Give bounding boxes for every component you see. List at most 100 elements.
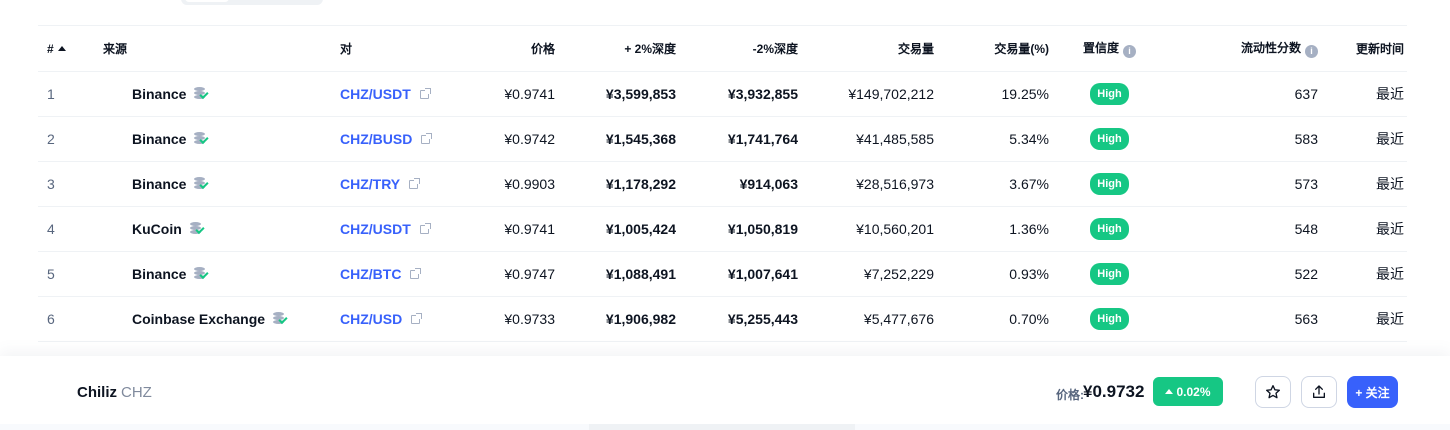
bottom-strip-segment [589, 424, 855, 430]
row-price: ¥0.9742 [504, 131, 555, 147]
pair-link[interactable]: CHZ/USDT [340, 221, 411, 237]
row-pair[interactable]: CHZ/USD [340, 311, 474, 327]
pair-link[interactable]: CHZ/TRY [340, 176, 400, 192]
row-updated: 最近 [1376, 266, 1404, 282]
share-icon [1313, 385, 1325, 398]
verified-exchange-icon [189, 221, 206, 237]
header-volume-pct[interactable]: 交易量(%) [934, 40, 1049, 57]
row-pair[interactable]: CHZ/USDT [340, 86, 474, 102]
external-link-icon[interactable] [421, 133, 433, 144]
pair-link[interactable]: CHZ/BUSD [340, 131, 412, 147]
header-minus-depth[interactable]: -2%深度 [676, 40, 798, 57]
header-confidence[interactable]: 置信度 i [1049, 39, 1170, 58]
sticky-coin-bar: Chiliz CHZ 价格: ¥0.9732 0.02% + 关注 [0, 356, 1450, 426]
coin-symbol: CHZ [121, 384, 152, 401]
row-price: ¥0.9903 [504, 176, 555, 192]
share-button[interactable] [1301, 376, 1337, 408]
follow-button[interactable]: + 关注 [1347, 376, 1398, 408]
header-rank[interactable]: # [38, 42, 103, 56]
row-updated: 最近 [1376, 176, 1404, 192]
external-link-icon[interactable] [411, 313, 423, 324]
confidence-badge: High [1090, 308, 1129, 330]
header-liquidity[interactable]: 流动性分数 i [1170, 39, 1318, 58]
external-link-icon[interactable] [419, 223, 431, 234]
row-minus-depth: ¥3,932,855 [727, 86, 798, 102]
exchange-name[interactable]: Binance [132, 266, 186, 282]
top-segmented-control[interactable] [181, 0, 323, 5]
row-minus-depth: ¥1,050,819 [727, 221, 798, 237]
watchlist-star-button[interactable] [1255, 376, 1291, 408]
row-source[interactable]: KuCoin [103, 221, 340, 237]
header-rank-label: # [47, 41, 54, 56]
row-volume: ¥149,702,212 [848, 86, 934, 102]
row-confidence: High [1049, 263, 1170, 285]
row-rank: 2 [47, 131, 55, 147]
row-plus-depth: ¥1,088,491 [605, 266, 676, 282]
header-pair[interactable]: 对 [340, 40, 474, 57]
exchange-name[interactable]: KuCoin [132, 221, 182, 237]
exchange-name[interactable]: Binance [132, 86, 186, 102]
row-updated: 最近 [1376, 221, 1404, 237]
row-volume: ¥41,485,585 [856, 131, 934, 147]
exchange-name[interactable]: Binance [132, 176, 186, 192]
header-updated[interactable]: 更新时间 [1318, 40, 1404, 57]
row-confidence: High [1049, 83, 1170, 105]
row-price: ¥0.9741 [504, 86, 555, 102]
row-confidence: High [1049, 173, 1170, 195]
row-source[interactable]: Binance [103, 131, 340, 147]
confidence-info-icon[interactable]: i [1123, 45, 1136, 58]
row-rank: 5 [47, 266, 55, 282]
confidence-badge: High [1090, 83, 1129, 105]
row-pair[interactable]: CHZ/BUSD [340, 131, 474, 147]
confidence-badge: High [1090, 128, 1129, 150]
row-volume-pct: 0.70% [1009, 311, 1049, 327]
row-source[interactable]: Coinbase Exchange [103, 311, 340, 327]
confidence-badge: High [1090, 218, 1129, 240]
row-pair[interactable]: CHZ/TRY [340, 176, 474, 192]
header-source[interactable]: 来源 [103, 40, 340, 57]
verified-exchange-icon [194, 86, 210, 102]
row-price: ¥0.9747 [504, 266, 555, 282]
row-liquidity: 583 [1294, 131, 1318, 147]
external-link-icon[interactable] [409, 178, 421, 189]
table-row: 1 Binance CHZ/USDT ¥0.9741 ¥3,599,853 ¥3… [38, 72, 1407, 117]
row-rank: 1 [47, 86, 55, 102]
row-source[interactable]: Binance [103, 266, 340, 282]
table-row: 6 Coinbase Exchange CHZ/USD ¥0.9733 ¥1,9… [38, 297, 1407, 342]
exchange-name[interactable]: Binance [132, 131, 186, 147]
row-volume-pct: 0.93% [1009, 266, 1049, 282]
row-pair[interactable]: CHZ/USDT [340, 221, 474, 237]
row-updated: 最近 [1376, 131, 1404, 147]
verified-exchange-icon [273, 311, 289, 327]
verified-exchange-icon [194, 131, 210, 147]
row-volume-pct: 5.34% [1009, 131, 1049, 147]
sort-up-icon[interactable] [57, 46, 66, 51]
star-icon [1266, 385, 1280, 399]
segmented-control-active-tab[interactable] [185, 0, 229, 2]
coin-name: Chiliz [77, 384, 117, 401]
row-confidence: High [1049, 308, 1170, 330]
pair-link[interactable]: CHZ/USD [340, 311, 402, 327]
row-liquidity: 573 [1294, 176, 1318, 192]
row-pair[interactable]: CHZ/BTC [340, 266, 474, 282]
header-plus-depth[interactable]: + 2%深度 [555, 40, 676, 57]
liquidity-info-icon[interactable]: i [1305, 45, 1318, 58]
row-plus-depth: ¥1,906,982 [605, 311, 676, 327]
external-link-icon[interactable] [419, 88, 431, 99]
row-plus-depth: ¥1,178,292 [605, 176, 676, 192]
row-source[interactable]: Binance [103, 86, 340, 102]
table-row: 4 KuCoin CHZ/USDT ¥0.9741 ¥1,005,424 ¥1,… [38, 207, 1407, 252]
row-source[interactable]: Binance [103, 176, 340, 192]
table-row: 2 Binance CHZ/BUSD ¥0.9742 ¥1,545,368 ¥1… [38, 117, 1407, 162]
coin-title: Chiliz CHZ [77, 384, 152, 401]
row-liquidity: 563 [1294, 311, 1318, 327]
pair-link[interactable]: CHZ/USDT [340, 86, 411, 102]
row-plus-depth: ¥3,599,853 [605, 86, 676, 102]
price-value: ¥0.9732 [1083, 382, 1145, 401]
header-volume[interactable]: 交易量 [798, 40, 934, 57]
row-liquidity: 522 [1294, 266, 1318, 282]
header-price[interactable]: 价格 [474, 40, 555, 57]
pair-link[interactable]: CHZ/BTC [340, 266, 401, 282]
exchange-name[interactable]: Coinbase Exchange [132, 311, 265, 327]
external-link-icon[interactable] [410, 268, 422, 279]
